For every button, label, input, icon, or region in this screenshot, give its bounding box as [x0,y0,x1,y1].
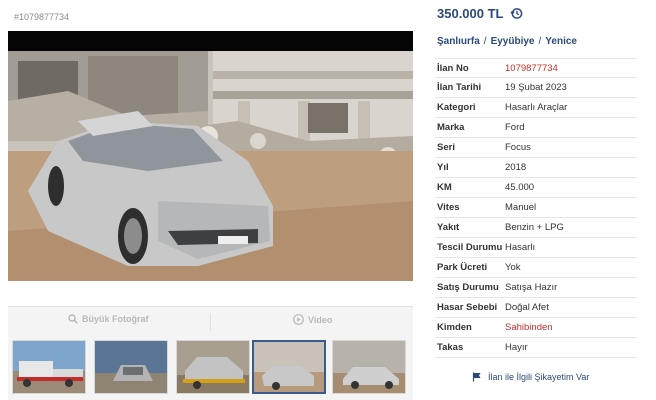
detail-key: İlan No [437,62,469,74]
detail-value: Hayır [505,342,528,353]
thumbnail-4-selected[interactable] [252,340,326,394]
price-header: 350.000 TL [437,6,523,21]
detail-key: İlan Tarihi [437,82,482,93]
detail-row-kategori: Kategori Hasarlı Araçlar [435,98,637,118]
breadcrumb-neighborhood[interactable]: Yenice [545,36,577,47]
detail-row-yakit: Yakıt Benzin + LPG [435,218,637,238]
breadcrumb-district[interactable]: Eyyübiye [491,36,535,47]
detail-key: Park Ücreti [437,262,488,273]
detail-row-yil: Yıl 2018 [435,158,637,178]
thumbnail-image [13,341,85,393]
price-history-icon[interactable] [509,7,523,20]
thumbnail-image [333,341,405,393]
detail-row-ilan-no: İlan No 1079877734 [435,58,637,78]
detail-key: Satış Durumu [437,282,499,293]
tab-divider [210,313,211,331]
thumbnail-3[interactable] [176,340,250,394]
listing-details-table: İlan No 1079877734 İlan Tarihi 19 Şubat 20… [435,58,637,358]
detail-key: Yıl [437,162,449,173]
detail-key: Vites [437,202,460,213]
detail-row-tescil-durumu: Tescil Durumu Hasarlı [435,238,637,258]
detail-value: 45.000 [505,182,535,193]
detail-value: Doğal Afet [505,302,549,313]
thumbnail-5[interactable] [332,340,406,394]
breadcrumb-city[interactable]: Şanlıurfa [437,36,480,47]
thumbnail-image [254,342,324,392]
detail-value: Benzin + LPG [505,222,564,233]
detail-row-marka: Marka Ford [435,118,637,138]
damaged-car-photo [8,31,413,281]
detail-value: Yok [505,262,521,273]
detail-value: Hasarlı Araçlar [505,102,568,113]
detail-key: Kategori [437,102,476,113]
detail-row-ilan-tarihi: İlan Tarihi 19 Şubat 2023 [435,78,637,98]
detail-row-kimden: Kimden Sahibinden [435,318,637,338]
detail-key: Seri [437,142,455,153]
main-photo[interactable] [8,31,413,281]
tab-video[interactable]: Video [293,314,332,325]
magnifier-icon [68,314,78,324]
detail-row-seri: Seri Focus [435,138,637,158]
detail-row-satis-durumu: Satış Durumu Satışa Hazır [435,278,637,298]
media-tabs: Büyük Fotoğraf Video [8,306,413,336]
detail-value: 1079877734 [505,62,558,74]
breadcrumb-separator: / [538,36,542,47]
detail-row-takas: Takas Hayır [435,338,637,358]
tab-large-photo-label: Büyük Fotoğraf [82,314,149,324]
listing-id-label: #1079877734 [14,12,70,22]
thumbnail-image [95,341,167,393]
thumbnail-2[interactable] [94,340,168,394]
detail-key: Marka [437,122,465,133]
detail-row-hasar-sebebi: Hasar Sebebi Doğal Afet [435,298,637,318]
detail-value: Focus [505,142,531,153]
detail-row-km: KM 45.000 [435,178,637,198]
detail-value: 2018 [505,162,527,173]
detail-value: Ford [505,122,525,133]
detail-value: Hasarlı [505,242,536,253]
detail-row-park-ucreti: Park Ücreti Yok [435,258,637,278]
price-value: 350.000 TL [437,6,504,21]
tab-large-photo[interactable]: Büyük Fotoğraf [68,314,149,324]
detail-key: KM [437,182,452,193]
detail-key: Kimden [437,322,472,333]
tab-video-label: Video [308,314,333,325]
play-icon [293,314,304,325]
report-listing-label: İlan ile İlgili Şikayetim Var [488,372,590,382]
thumbnail-1[interactable] [12,340,86,394]
detail-value: Sahibinden [505,322,553,333]
detail-key: Takas [437,342,464,353]
detail-value: Manuel [505,202,537,213]
flag-icon [472,372,481,382]
detail-value: Satışa Hazır [505,282,558,293]
detail-value: 19 Şubat 2023 [505,82,567,93]
location-breadcrumb: Şanlıurfa / Eyyübiye / Yenice [437,36,577,47]
breadcrumb-separator: / [483,36,487,47]
detail-key: Tescil Durumu [437,242,503,253]
thumbnail-strip [8,336,413,400]
report-listing-link[interactable]: İlan ile İlgili Şikayetim Var [472,372,589,382]
detail-key: Hasar Sebebi [437,302,498,313]
detail-row-vites: Vites Manuel [435,198,637,218]
thumbnail-image [177,341,249,393]
detail-key: Yakıt [437,222,460,233]
